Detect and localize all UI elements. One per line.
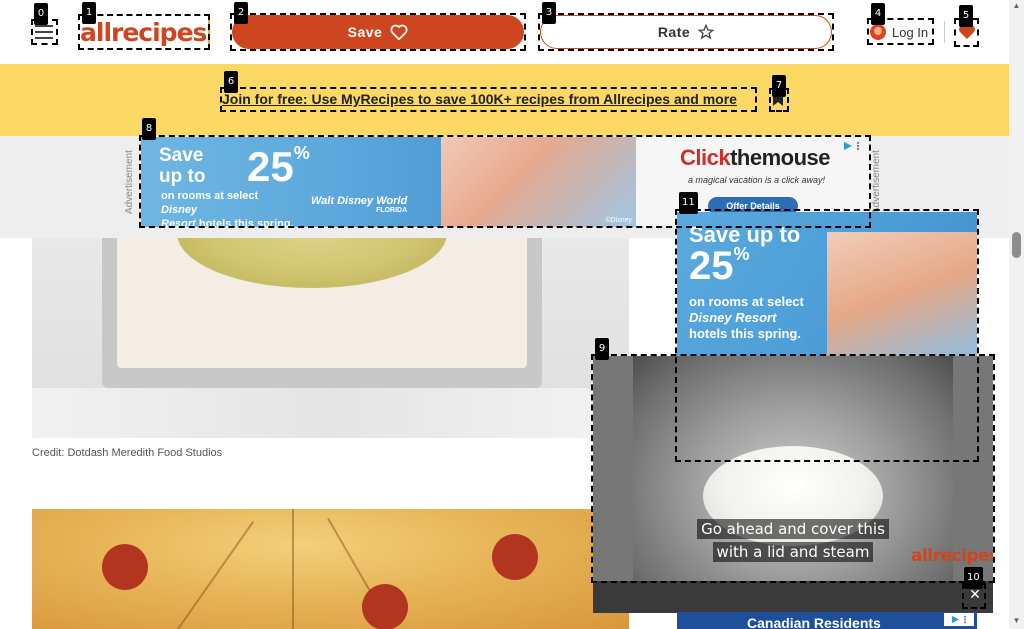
marker-label-10: 10 [964, 567, 983, 589]
scroll-down-arrow-icon[interactable]: ▼ [1010, 616, 1023, 626]
ad-promo-panel: Save up to 25% on rooms at select Disney… [141, 137, 636, 227]
marker-label-9: 9 [595, 338, 609, 360]
site-header: allrecipes Save Rate Log In [0, 0, 1009, 64]
advertisement-label-left: Advertisement [124, 150, 135, 214]
marker-label-8: 8 [142, 118, 156, 140]
logo-spoon-icon [208, 18, 210, 46]
bottom-sidebar-ad[interactable]: Canadian Residents [677, 612, 977, 629]
side-ad-number: 25 [689, 244, 734, 288]
floating-video-player[interactable]: Go ahead and cover this with a lid and s… [593, 356, 993, 581]
marker-label-11: 11 [679, 192, 698, 214]
save-label: Save [347, 24, 383, 40]
pizza-slice-cut [292, 509, 294, 629]
page-scrollbar[interactable] [1009, 0, 1024, 629]
pepperoni [362, 584, 408, 629]
advertisement-label-right: Advertisement [871, 150, 882, 214]
header-divider [944, 21, 945, 43]
side-ad-text2: Disney Resort [689, 310, 777, 325]
ad-photo-family-with-donald-daisy: ©Disney [441, 137, 636, 227]
marker-label-4: 4 [871, 3, 885, 25]
ad-sub-line4: hotels this spring. [198, 218, 294, 227]
rate-label: Rate [657, 24, 691, 40]
adchoices-icon[interactable] [843, 140, 865, 152]
pizza-slice-cut [172, 521, 254, 629]
marker-label-2: 2 [234, 2, 248, 24]
heart-icon [390, 24, 408, 40]
ad-subtext: on rooms at select Disney Resort hotels … [161, 189, 294, 227]
marker-label-7: 7 [772, 75, 786, 97]
scrollbar-thumb[interactable] [1012, 232, 1021, 258]
brand-part3: mouse [761, 145, 831, 170]
wdw-sub-text: FLORIDA [376, 207, 408, 214]
side-ad-photo [827, 232, 977, 357]
save-recipe-button[interactable]: Save [232, 15, 524, 49]
pepperoni [102, 544, 148, 590]
rate-recipe-button[interactable]: Rate [540, 15, 832, 49]
logo-text: allrecipes [80, 17, 207, 47]
ad-discount: 25% [247, 143, 310, 191]
ad-copyright: ©Disney [605, 217, 632, 224]
brand-part1: Click [680, 145, 731, 170]
photo-credit: Credit: Dotdash Meredith Food Studios [32, 447, 223, 459]
pepperoni [492, 534, 538, 580]
side-ad-percent: % [733, 244, 750, 264]
ad-sub-line1: on rooms at select [161, 190, 259, 202]
wdw-text: Walt Disney World [311, 195, 408, 207]
video-control-bar [593, 581, 993, 613]
video-watermark-logo: allrecipes [911, 546, 993, 566]
side-ad-text3: hotels this spring. [689, 326, 801, 341]
ad-discount-number: 25 [247, 143, 294, 190]
side-ad-text: on rooms at select Disney Resort hotels … [689, 294, 819, 342]
marker-label-1: 1 [82, 2, 96, 24]
walt-disney-world-logo: Walt Disney World FLORIDA [311, 195, 407, 214]
recipe-photo-pizza [32, 509, 629, 629]
recipe-photo-crust [32, 238, 629, 438]
marker-label-3: 3 [542, 2, 556, 24]
caption-line1: Go ahead and cover this [697, 519, 889, 539]
login-label: Log In [892, 24, 929, 40]
ad-sub-line3: Resort [161, 218, 196, 227]
marker-label-0: 0 [34, 3, 48, 25]
user-avatar-icon [870, 24, 886, 40]
ad-discount-percent: % [293, 143, 310, 163]
clickthemouse-logo: Clickthemouse [680, 145, 831, 171]
bottom-adchoices-icon[interactable] [944, 613, 974, 626]
brand-part2: the [730, 145, 762, 170]
marker-label-6: 6 [224, 71, 238, 93]
caption-line2: with a lid and steam [712, 542, 874, 562]
scroll-up-arrow-icon[interactable]: ▲ [1010, 1, 1023, 11]
side-ad-discount: 25% [689, 244, 750, 289]
ad-headline: Save up to [159, 145, 205, 187]
allrecipes-page: allrecipes Save Rate Log In Join for fre… [0, 0, 1024, 629]
side-ad-text1: on rooms at select [689, 294, 804, 309]
star-icon [698, 24, 715, 40]
join-myrecipes-link[interactable]: Join for free: Use MyRecipes to save 100… [222, 91, 756, 107]
marble-surface [32, 388, 629, 438]
ad-line-save: Save [159, 145, 204, 166]
marker-label-5: 5 [959, 5, 973, 27]
allrecipes-logo[interactable]: allrecipes [80, 15, 210, 49]
ad-sub-line2: Disney [161, 204, 198, 216]
ad-line-upto: up to [159, 166, 206, 187]
ad-tagline: a magical vacation is a click away! [688, 175, 826, 185]
